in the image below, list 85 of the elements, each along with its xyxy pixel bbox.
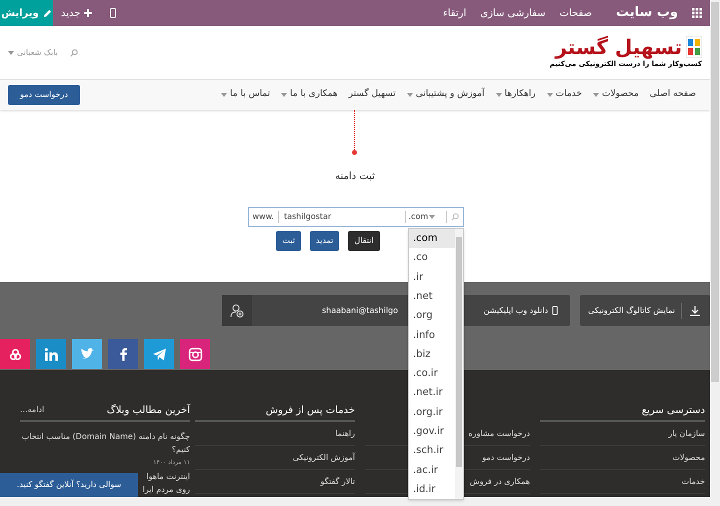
- footer-link[interactable]: محصولات: [672, 452, 705, 464]
- scrollbar[interactable]: [710, 0, 720, 506]
- dropdown-option[interactable]: .co.ir: [409, 364, 455, 384]
- nav-item[interactable]: تسهیل گستر: [348, 88, 396, 102]
- horizontal-scrollbar[interactable]: [0, 497, 710, 506]
- top-menu-item[interactable]: ارتقاء: [443, 6, 466, 20]
- request-demo-button[interactable]: درخواست دمو: [8, 85, 80, 105]
- caret-icon: [496, 93, 502, 97]
- download-icon: [690, 306, 700, 316]
- nav-item[interactable]: صفحه اصلی: [650, 88, 696, 102]
- domain-input-group[interactable]: www. tashilgostar .com: [248, 207, 464, 227]
- nav-item[interactable]: راهکارها: [496, 88, 536, 102]
- social-link[interactable]: [36, 339, 66, 369]
- footer-heading: دسترسی سریع: [642, 404, 705, 418]
- caret-icon: [221, 93, 228, 97]
- footer-link[interactable]: خدمات: [682, 476, 705, 488]
- new-button[interactable]: جدید: [53, 0, 100, 26]
- nav-item[interactable]: تماس با ما: [221, 88, 270, 102]
- caret-icon: [592, 93, 599, 97]
- dropdown-option[interactable]: .ac.ir: [409, 460, 455, 480]
- linkedin-icon: [44, 346, 58, 362]
- social-link[interactable]: [0, 339, 30, 369]
- dropdown-option[interactable]: .com: [409, 229, 455, 248]
- scrollbar[interactable]: [455, 229, 463, 499]
- nav-item[interactable]: همکاری با ما: [281, 88, 338, 102]
- social-link[interactable]: [144, 339, 174, 369]
- dropdown-option[interactable]: .gov.ir: [409, 422, 455, 442]
- caret-icon: [406, 93, 413, 97]
- search-icon: [70, 48, 78, 56]
- caret-icon: [281, 93, 288, 97]
- domain-action-button[interactable]: ثبت: [276, 231, 301, 251]
- social-link[interactable]: [180, 339, 210, 369]
- caret-icon: [546, 93, 553, 97]
- blog-post-link[interactable]: اینترنت ماهوا: [146, 470, 190, 483]
- pencil-icon: [42, 8, 52, 18]
- flower-icon: [8, 346, 22, 362]
- footer-heading: آخرین مطالب وبلاگ: [106, 402, 190, 418]
- footer-link[interactable]: درخواست دمو: [482, 452, 530, 464]
- footer-heading: خدمات پس از فروش: [266, 404, 355, 418]
- dropdown-option[interactable]: .id.ir: [409, 480, 455, 499]
- top-menu-item[interactable]: صفحات: [560, 6, 592, 20]
- dropdown-option[interactable]: .biz: [409, 344, 455, 364]
- dropdown-option[interactable]: .info: [409, 325, 455, 345]
- logo-text: تسهیل گستر: [555, 35, 682, 60]
- instagram-icon: [188, 346, 202, 362]
- email-text: shaabani@tashilgo: [321, 304, 398, 317]
- footer-link[interactable]: تالار گفتگو: [320, 476, 355, 488]
- logo-mark-icon: [686, 36, 702, 58]
- dropdown-option[interactable]: .org.ir: [409, 402, 455, 422]
- catalog-button[interactable]: نمایش کاتالوگ الکترونیکی: [580, 295, 710, 326]
- live-chat-toast[interactable]: سوالی دارید؟ آنلاین گفتگو کنید.: [0, 473, 138, 497]
- domain-action-button[interactable]: تمدید: [310, 231, 340, 251]
- twitter-icon: [80, 346, 94, 362]
- app-title: وب سایت: [616, 4, 678, 22]
- dropdown-option[interactable]: .net.ir: [409, 383, 455, 403]
- nav-item[interactable]: محصولات: [592, 88, 639, 102]
- top-menu-item[interactable]: سفارشی سازی: [480, 6, 546, 20]
- nav-item[interactable]: آموزش و پشتیبانی: [406, 88, 484, 102]
- search-icon: [450, 213, 458, 221]
- subscribe-button[interactable]: [222, 295, 252, 326]
- domain-action-button[interactable]: انتقال: [348, 231, 380, 251]
- social-link[interactable]: [108, 339, 138, 369]
- caret-icon: [429, 215, 436, 219]
- mobile-icon: [110, 8, 116, 18]
- footer-link[interactable]: سازمان یار: [668, 428, 705, 440]
- dropdown-option[interactable]: .sch.ir: [409, 441, 455, 460]
- footer-link[interactable]: راهنما: [335, 428, 355, 440]
- footer-link[interactable]: همکاری در فروش: [470, 476, 530, 488]
- more-link[interactable]: ادامه...: [20, 404, 44, 416]
- blog-post-link[interactable]: چگونه نام دامنه (Domain Name) مناسب انتخاب کنیم؟: [20, 430, 190, 456]
- mobile-icon: [552, 306, 558, 315]
- caret-icon: [8, 50, 14, 54]
- form-title: ثبت دامنه: [335, 170, 375, 184]
- dropdown-option[interactable]: .co: [409, 248, 455, 268]
- telegram-icon: [152, 346, 166, 362]
- dropdown-option[interactable]: .ir: [409, 268, 455, 287]
- dropdown-option[interactable]: .org: [409, 306, 455, 326]
- dropdown-option[interactable]: .net: [409, 286, 455, 306]
- apps-grid-icon: [692, 8, 702, 18]
- footer-link[interactable]: درخواست مشاوره: [468, 428, 530, 440]
- plus-icon: [84, 9, 92, 17]
- nav-item[interactable]: خدمات: [546, 88, 582, 102]
- blog-post-link[interactable]: روی مردم ایرا: [142, 483, 190, 496]
- user-add-icon: [230, 304, 244, 318]
- footer-link[interactable]: آموزش الکترونیکی: [292, 452, 355, 464]
